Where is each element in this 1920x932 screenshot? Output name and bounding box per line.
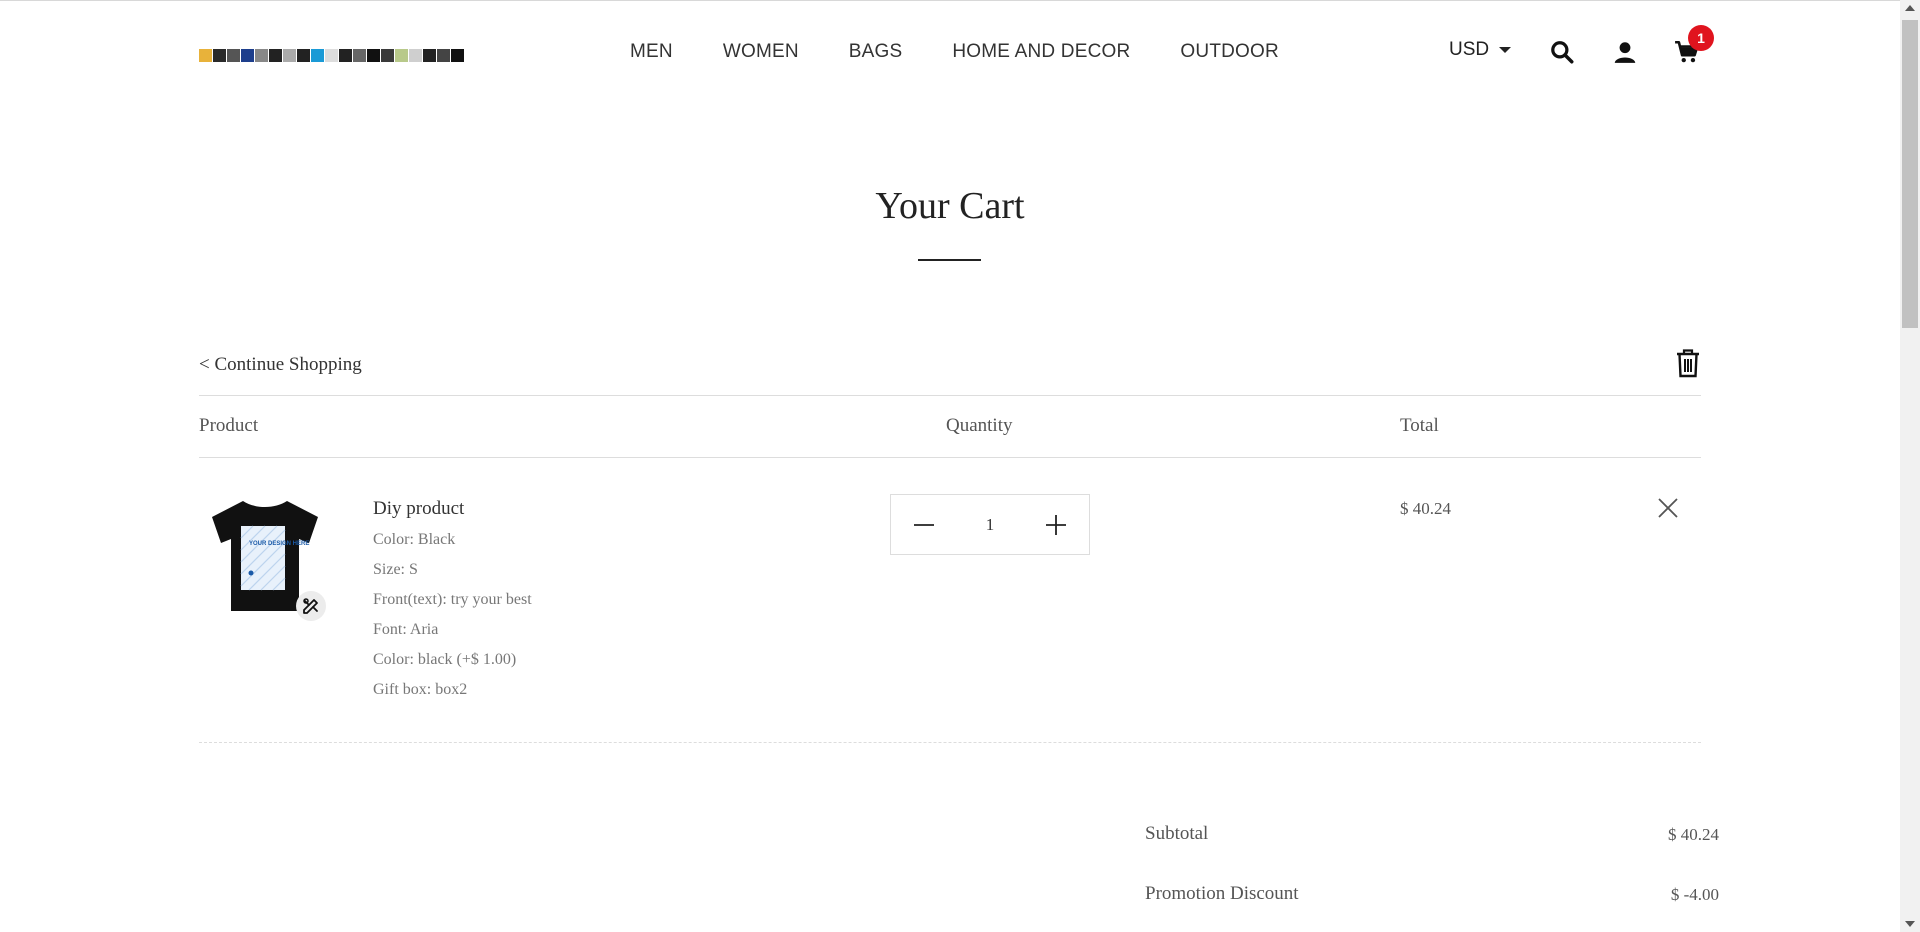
cart-count-badge: 1 (1688, 25, 1714, 51)
divider (199, 457, 1701, 458)
close-icon[interactable] (1656, 496, 1680, 520)
item-total: $ 40.24 (1400, 499, 1451, 518)
nav-home-and-decor[interactable]: HOME AND DECOR (952, 41, 1130, 63)
user-icon[interactable] (1612, 39, 1638, 65)
option-size: Size: S (373, 561, 418, 578)
increase-quantity-button[interactable] (1041, 510, 1071, 540)
caret-down-icon (1499, 47, 1512, 53)
plus-icon (1046, 514, 1066, 535)
nav-outdoor[interactable]: OUTDOOR (1180, 41, 1279, 63)
subtotal-value: $ 40.24 (1668, 825, 1719, 844)
trash-icon[interactable] (1675, 348, 1701, 378)
column-header-total: Total (1400, 415, 1439, 436)
quantity-input[interactable] (960, 514, 1020, 535)
nav-women[interactable]: WOMEN (723, 41, 799, 63)
product-options: Color: Black Size: S Front(text): try yo… (373, 530, 532, 710)
option-font: Font: Aria (373, 621, 439, 638)
decrease-quantity-button[interactable] (909, 510, 939, 540)
design-edit-icon (303, 598, 318, 614)
site-header: MEN WOMEN BAGS HOME AND DECOR OUTDOOR US… (0, 1, 1900, 101)
product-name[interactable]: Diy product (373, 498, 464, 520)
promotion-discount-label: Promotion Discount (1145, 883, 1299, 904)
scrollbar-thumb[interactable] (1902, 20, 1918, 328)
brand-logo[interactable] (199, 37, 473, 73)
subtotal-label: Subtotal (1145, 823, 1209, 844)
column-header-quantity: Quantity (946, 415, 1013, 436)
page-scrollbar[interactable] (1900, 0, 1920, 932)
search-icon[interactable] (1549, 39, 1575, 65)
page-title: Your Cart (875, 185, 1025, 227)
main-nav: MEN WOMEN BAGS HOME AND DECOR OUTDOOR (630, 37, 1279, 67)
column-header-product: Product (199, 415, 259, 436)
scroll-up-arrow-icon[interactable] (1905, 5, 1915, 11)
nav-bags[interactable]: BAGS (849, 41, 903, 63)
divider (199, 395, 1701, 396)
currency-value: USD (1449, 39, 1490, 60)
option-text-color: Color: black (+$ 1.00) (373, 651, 517, 668)
edit-design-button[interactable] (296, 591, 326, 621)
continue-shopping-link[interactable]: < Continue Shopping (199, 354, 362, 376)
nav-men[interactable]: MEN (630, 41, 673, 63)
minus-icon (914, 523, 934, 526)
option-color: Color: Black (373, 531, 456, 548)
dashed-divider (199, 742, 1701, 743)
currency-select[interactable]: USD (1449, 39, 1512, 61)
promotion-discount-value: $ -4.00 (1670, 885, 1719, 904)
quantity-stepper (890, 494, 1090, 555)
option-gift-box: Gift box: box2 (373, 681, 468, 698)
scroll-down-arrow-icon[interactable] (1905, 921, 1915, 927)
thumb-design-text: YOUR DESIGN HERE (249, 541, 309, 547)
title-underline (918, 259, 981, 261)
option-front-text: Front(text): try your best (373, 591, 532, 608)
